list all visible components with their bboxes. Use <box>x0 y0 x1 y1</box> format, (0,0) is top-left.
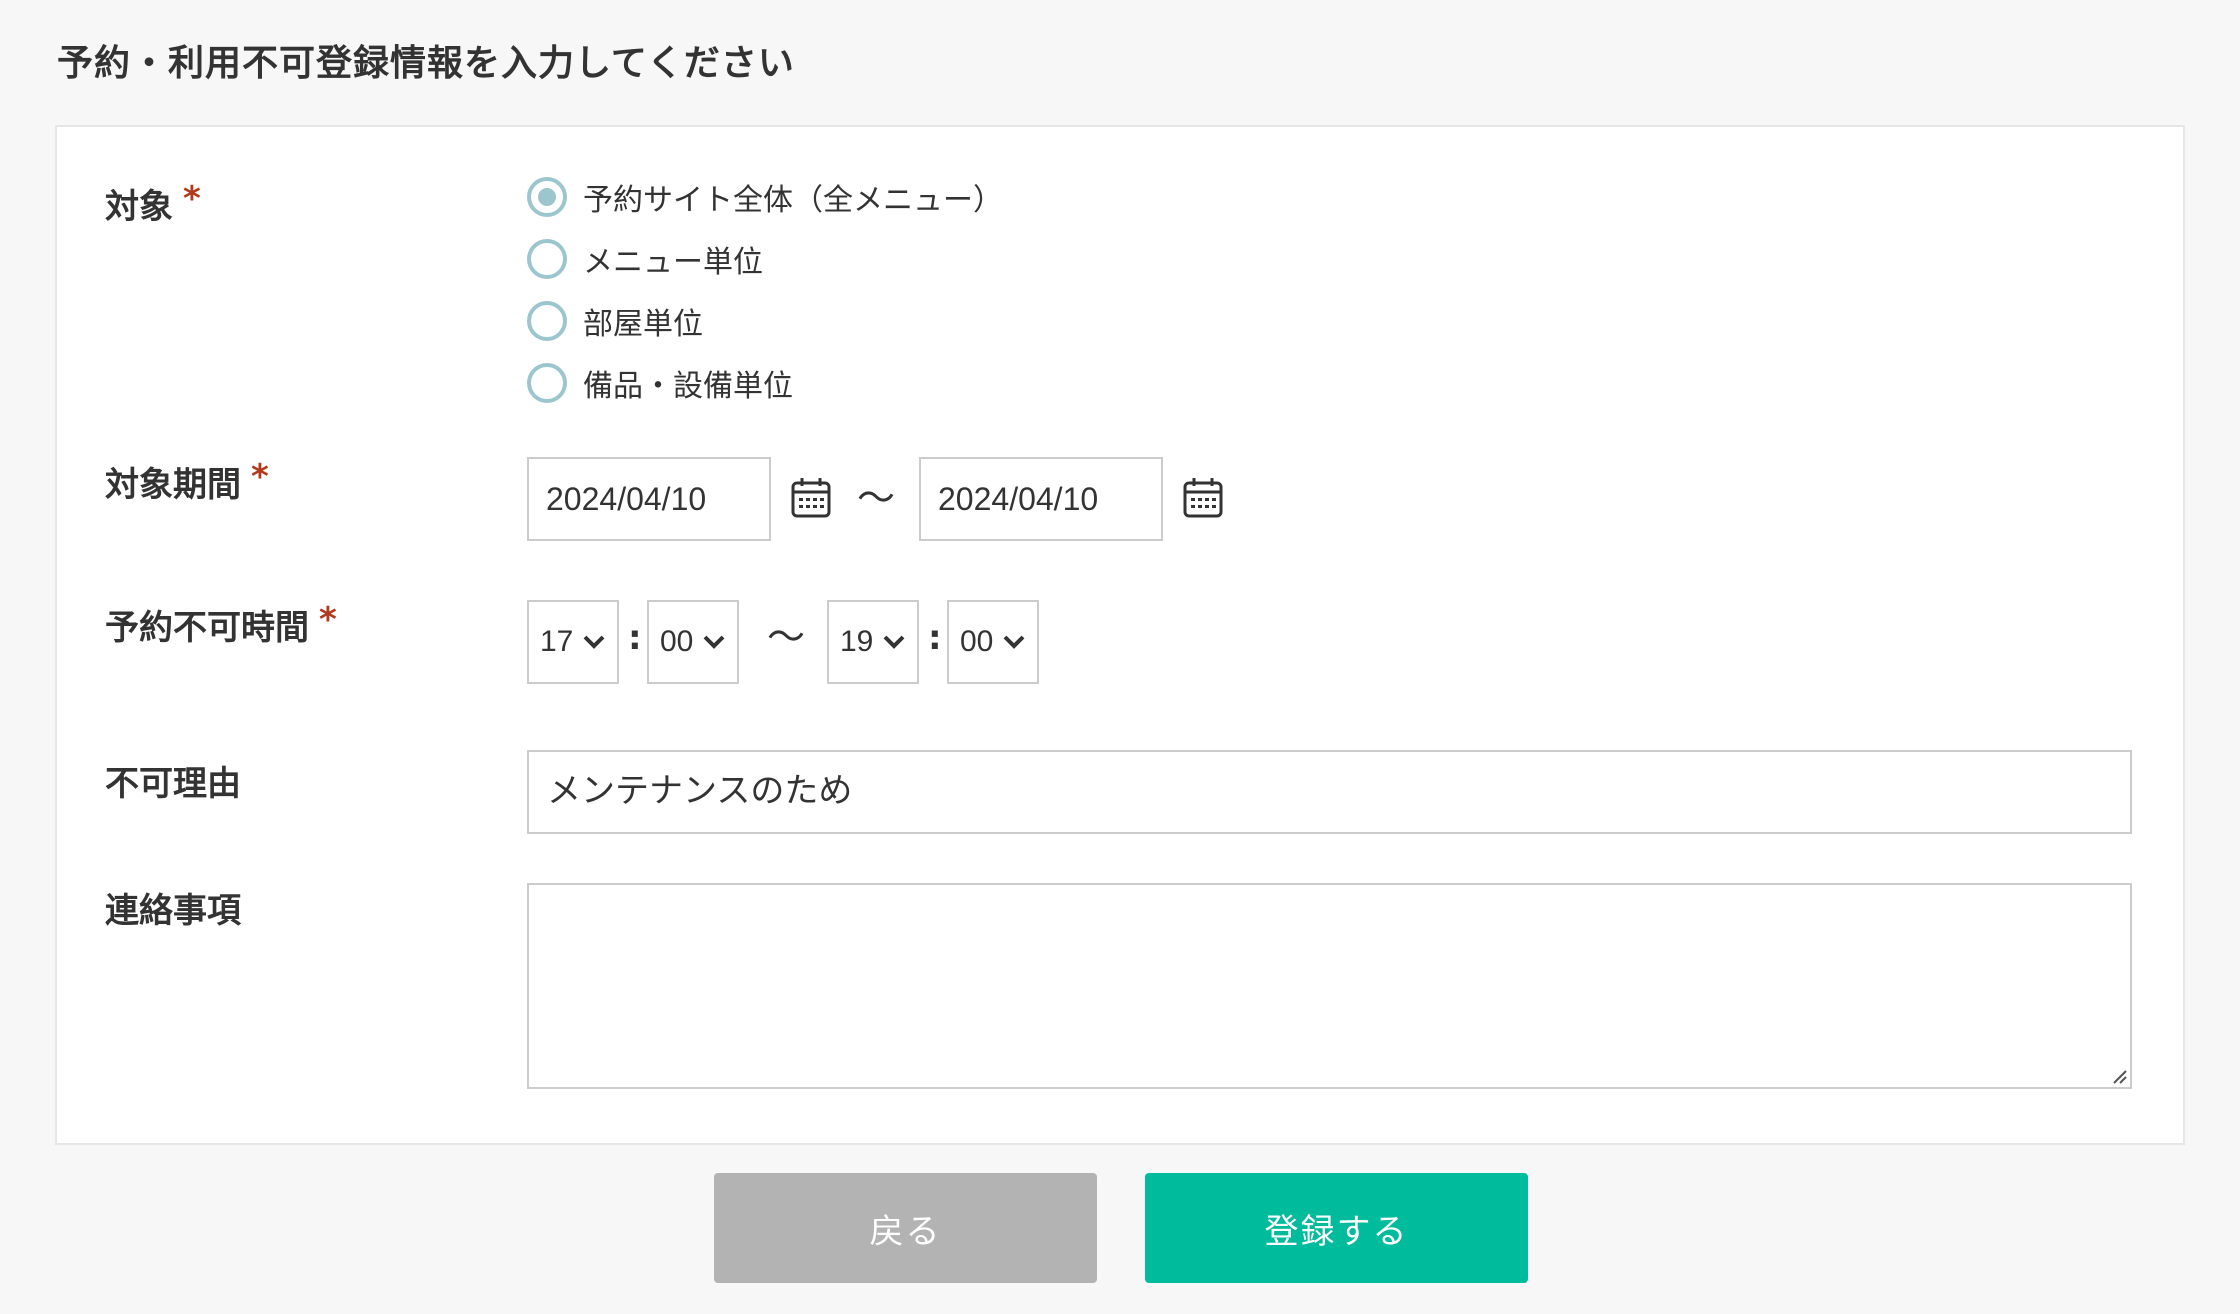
radio-label: 部屋単位 <box>583 307 703 342</box>
register-button[interactable]: 登録する <box>1145 1173 1528 1283</box>
radio-option-equipment[interactable]: 備品・設備単位 <box>527 361 1003 405</box>
reason-label: 不可理由 <box>105 764 241 804</box>
time-label: 予約不可時間 * <box>105 600 337 648</box>
radio-button-checked[interactable] <box>527 177 567 217</box>
end-minute-select[interactable]: 00 <box>947 600 1039 684</box>
radio-label: 予約サイト全体（全メニュー） <box>583 183 1003 218</box>
target-label: 対象 * <box>105 179 201 227</box>
reason-input[interactable]: メンテナンスのため <box>527 750 2132 834</box>
chevron-down-icon <box>1003 635 1025 649</box>
end-date-input[interactable]: 2024/04/10 <box>919 457 1163 541</box>
chevron-down-icon <box>583 635 605 649</box>
time-separator: 〜 <box>767 615 806 659</box>
radio-option-site-wide[interactable]: 予約サイト全体（全メニュー） <box>527 175 1003 219</box>
target-row: 対象 * 予約サイト全体（全メニュー） メニュー単位 部屋単位 備品・設備単位 <box>57 127 2183 427</box>
required-mark: * <box>251 457 269 497</box>
radio-option-menu[interactable]: メニュー単位 <box>527 237 1003 281</box>
radio-button[interactable] <box>527 301 567 341</box>
start-minute-select[interactable]: 00 <box>647 600 739 684</box>
period-label: 対象期間 * <box>105 457 269 505</box>
start-hour-select[interactable]: 17 <box>527 600 619 684</box>
reason-row: 不可理由 メンテナンスのため <box>57 750 2183 850</box>
notes-label: 連絡事項 <box>105 891 241 931</box>
required-mark: * <box>319 600 337 640</box>
calendar-icon[interactable] <box>1183 477 1223 519</box>
page-title: 予約・利用不可登録情報を入力してください <box>57 43 795 84</box>
chevron-down-icon <box>883 635 905 649</box>
resize-grip-icon[interactable] <box>2111 1068 2127 1084</box>
radio-option-room[interactable]: 部屋単位 <box>527 299 1003 343</box>
radio-label: メニュー単位 <box>583 245 763 280</box>
period-separator: 〜 <box>857 476 896 520</box>
back-button[interactable]: 戻る <box>714 1173 1097 1283</box>
radio-button[interactable] <box>527 239 567 279</box>
notes-textarea[interactable] <box>527 883 2132 1089</box>
period-row: 対象期間 * 2024/04/10 〜 2024/04/10 <box>57 457 2183 557</box>
radio-label: 備品・設備単位 <box>583 369 793 404</box>
form-panel: 対象 * 予約サイト全体（全メニュー） メニュー単位 部屋単位 備品・設備単位 対 <box>55 125 2185 1145</box>
required-mark: * <box>183 179 201 219</box>
radio-button[interactable] <box>527 363 567 403</box>
target-radio-group: 予約サイト全体（全メニュー） メニュー単位 部屋単位 備品・設備単位 <box>527 175 1003 423</box>
start-date-input[interactable]: 2024/04/10 <box>527 457 771 541</box>
calendar-icon[interactable] <box>791 477 831 519</box>
notes-row: 連絡事項 <box>57 883 2183 1103</box>
time-colon: : <box>928 618 942 658</box>
time-colon: : <box>628 618 642 658</box>
end-hour-select[interactable]: 19 <box>827 600 919 684</box>
time-row: 予約不可時間 * 17 : 00 〜 19 : 00 <box>57 600 2183 700</box>
chevron-down-icon <box>703 635 725 649</box>
